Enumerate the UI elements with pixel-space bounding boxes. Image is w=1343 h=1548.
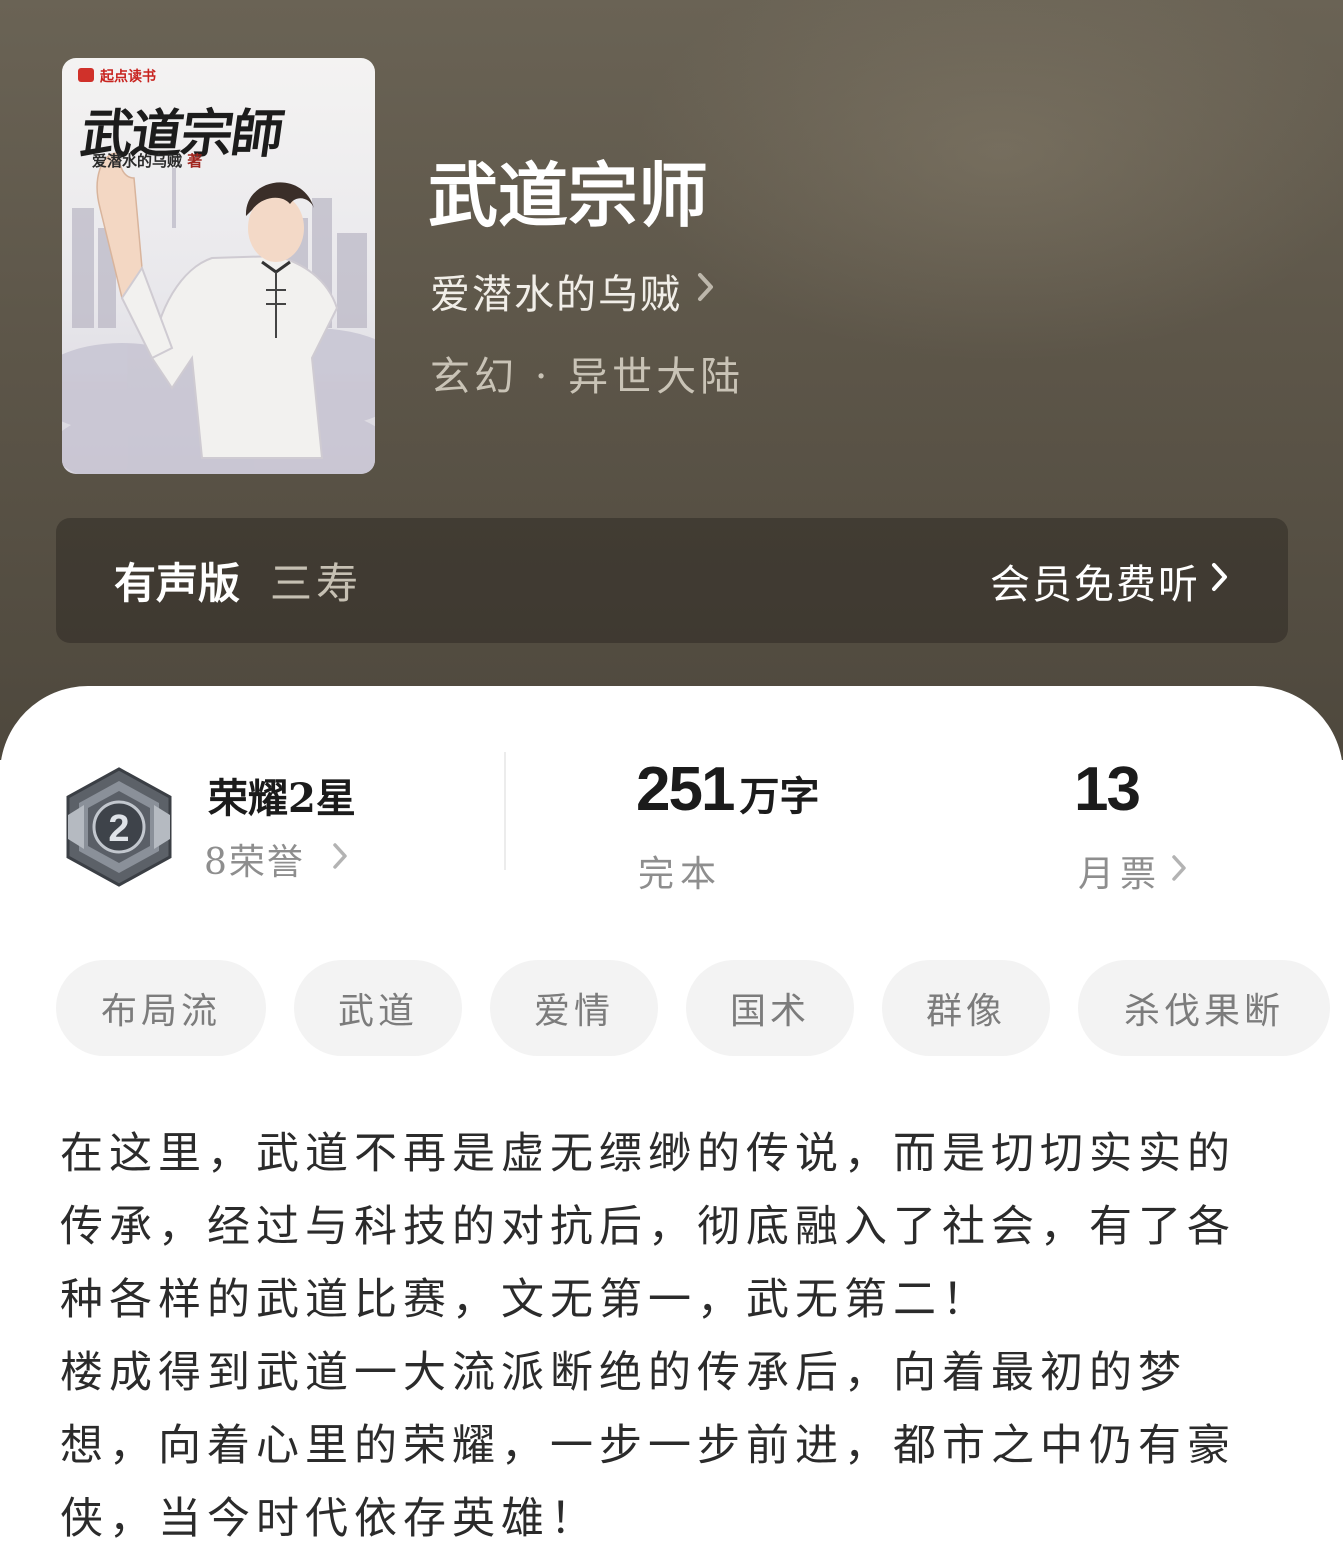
audio-label: 有声版 [114, 559, 241, 608]
author-link[interactable]: 爱潜水的乌贼 [430, 262, 716, 320]
tag-chip[interactable]: 爱情 [490, 960, 658, 1056]
cover-brand: 起点读书 [100, 69, 156, 85]
word-count: 251 万字 [636, 754, 819, 825]
honor-title: 荣耀2星 [208, 775, 356, 822]
tag-list: 布局流 武道 爱情 国术 群像 杀伐果断 [0, 960, 1343, 1056]
tag-chip[interactable]: 布局流 [56, 960, 266, 1056]
synopsis-paragraph: 楼成得到武道一大流派断绝的传承后，向着最初的梦想，向着心里的荣耀，一步一步前进，… [60, 1348, 1236, 1544]
stats-divider [504, 752, 506, 870]
honor-badge-icon: 2 [66, 767, 172, 887]
honor-count: 8荣誉 [204, 842, 305, 883]
book-title: 武道宗师 [428, 154, 708, 237]
author-name: 爱潜水的乌贼 [430, 272, 682, 318]
cover-author-name: 爱潜水的乌贼 [92, 152, 183, 170]
synopsis-paragraph: 在这里，武道不再是虚无缥缈的传说，而是切切实实的传承，经过与科技的对抗后，彻底融… [60, 1129, 1236, 1325]
word-count-unit: 万字 [739, 773, 820, 820]
tag-chip[interactable]: 群像 [882, 960, 1050, 1056]
book-header: 起点读书 武道宗師 爱潜水的乌贼 著 武道宗师 爱潜水的乌贼 玄幻 · 异世大陆… [0, 0, 1343, 760]
tag-chip[interactable]: 国术 [686, 960, 854, 1056]
badge-number: 2 [108, 808, 129, 850]
monthly-votes-number: 13 [1074, 755, 1141, 824]
chevron-right-icon [696, 268, 716, 314]
cover-author: 爱潜水的乌贼 著 [92, 150, 202, 171]
cover-author-suffix: 著 [187, 152, 203, 170]
monthly-votes-label: 月票 [1078, 854, 1163, 895]
tag-chip[interactable]: 武道 [294, 960, 462, 1056]
member-free-listen-button[interactable]: 会员免费听 [990, 552, 1230, 610]
audio-edition-bar[interactable]: 有声版 三寿 会员免费听 [56, 518, 1288, 643]
audio-narrator: 三寿 [270, 559, 363, 608]
chevron-right-icon [1210, 558, 1230, 604]
completion-status: 完本 [638, 854, 723, 895]
audio-action-label: 会员免费听 [990, 561, 1200, 608]
book-synopsis: 在这里，武道不再是虚无缥缈的传说，而是切切实实的传承，经过与科技的对抗后，彻底融… [60, 1118, 1284, 1548]
book-category: 玄幻 · 异世大陆 [430, 354, 745, 400]
tag-chip[interactable]: 杀伐果断 [1078, 960, 1330, 1056]
book-cover[interactable]: 起点读书 武道宗師 爱潜水的乌贼 著 [62, 58, 375, 474]
word-count-number: 251 [636, 755, 735, 824]
honor-link[interactable]: 8荣誉 [204, 833, 349, 885]
chevron-right-icon [331, 839, 349, 880]
chevron-right-icon [1170, 851, 1188, 892]
monthly-votes-link[interactable]: 月票 [1078, 845, 1188, 897]
